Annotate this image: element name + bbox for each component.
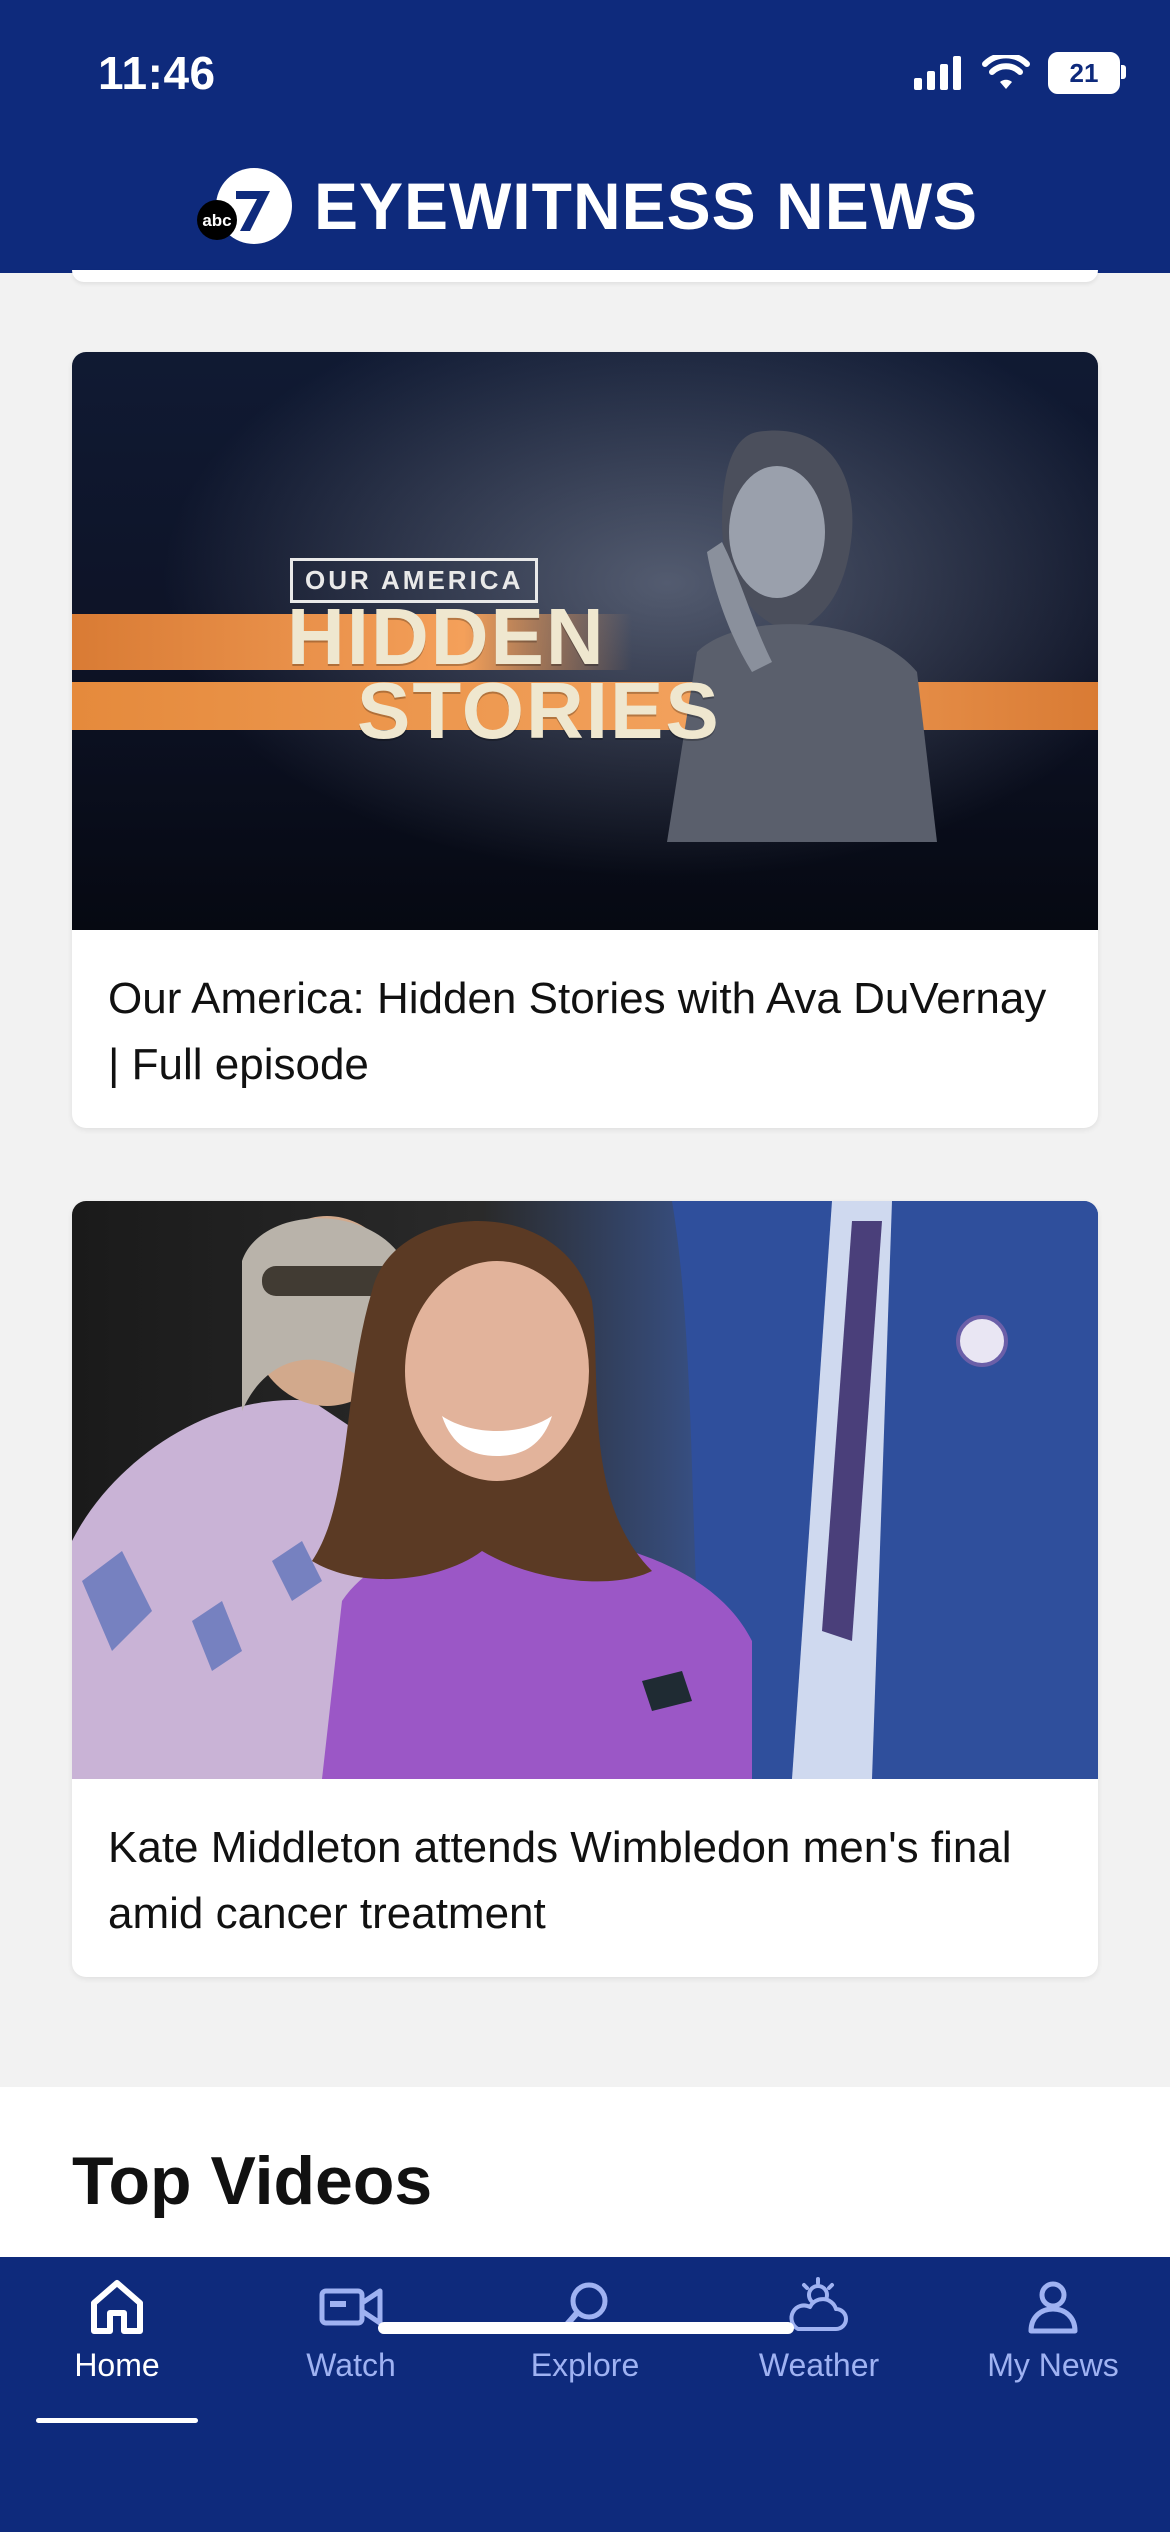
weather-icon: [789, 2277, 848, 2331]
story-card[interactable]: OUR AMERICA HIDDEN STORIES Our America: …: [72, 352, 1098, 1128]
tab-label: Watch: [306, 2347, 396, 2383]
image-title-line: STORIES: [357, 666, 721, 755]
cellular-signal-icon: [914, 56, 961, 90]
top-videos-section: Top Videos: [0, 2087, 1170, 2257]
status-time: 11:46: [98, 47, 216, 99]
app-header: 11:46 21 abc EYEWITNESS NEWS: [0, 0, 1170, 273]
section-title: Top Videos: [72, 2143, 433, 2219]
status-icons: 21: [914, 52, 1126, 94]
active-tab-indicator: [36, 2418, 198, 2423]
abc7-logo-icon: abc: [196, 168, 292, 244]
bottom-navigation: Home Watch Explore Weather My News: [0, 2257, 1170, 2532]
svg-text:abc: abc: [202, 211, 231, 230]
tab-label: Weather: [758, 2347, 880, 2383]
tab-home[interactable]: Home: [0, 2277, 234, 2384]
brand-title: EYEWITNESS NEWS: [313, 169, 979, 243]
story-headline[interactable]: Kate Middleton attends Wimbledon men's f…: [72, 1779, 1098, 1977]
tab-label: Home: [74, 2347, 160, 2383]
photo-illustration: [72, 1201, 1098, 1779]
image-title: HIDDEN STORIES: [287, 592, 721, 755]
tab-label: My News: [987, 2347, 1119, 2383]
image-title-line: HIDDEN: [287, 592, 606, 681]
battery-indicator: 21: [1048, 52, 1126, 94]
tab-my-news[interactable]: My News: [936, 2277, 1170, 2384]
story-image[interactable]: OUR AMERICA HIDDEN STORIES: [72, 352, 1098, 930]
wifi-icon: [982, 55, 1030, 89]
person-icon: [1028, 2281, 1078, 2334]
video-camera-icon: [319, 2288, 383, 2326]
story-card[interactable]: Kate Middleton attends Wimbledon men's f…: [72, 1201, 1098, 1977]
previous-card-edge: [72, 270, 1098, 282]
brand: abc EYEWITNESS NEWS: [0, 165, 1170, 247]
home-indicator[interactable]: [378, 2322, 794, 2334]
story-headline[interactable]: Our America: Hidden Stories with Ava DuV…: [72, 930, 1098, 1128]
home-icon: [91, 2280, 143, 2334]
story-image[interactable]: [72, 1201, 1098, 1779]
tab-label: Explore: [530, 2347, 640, 2383]
